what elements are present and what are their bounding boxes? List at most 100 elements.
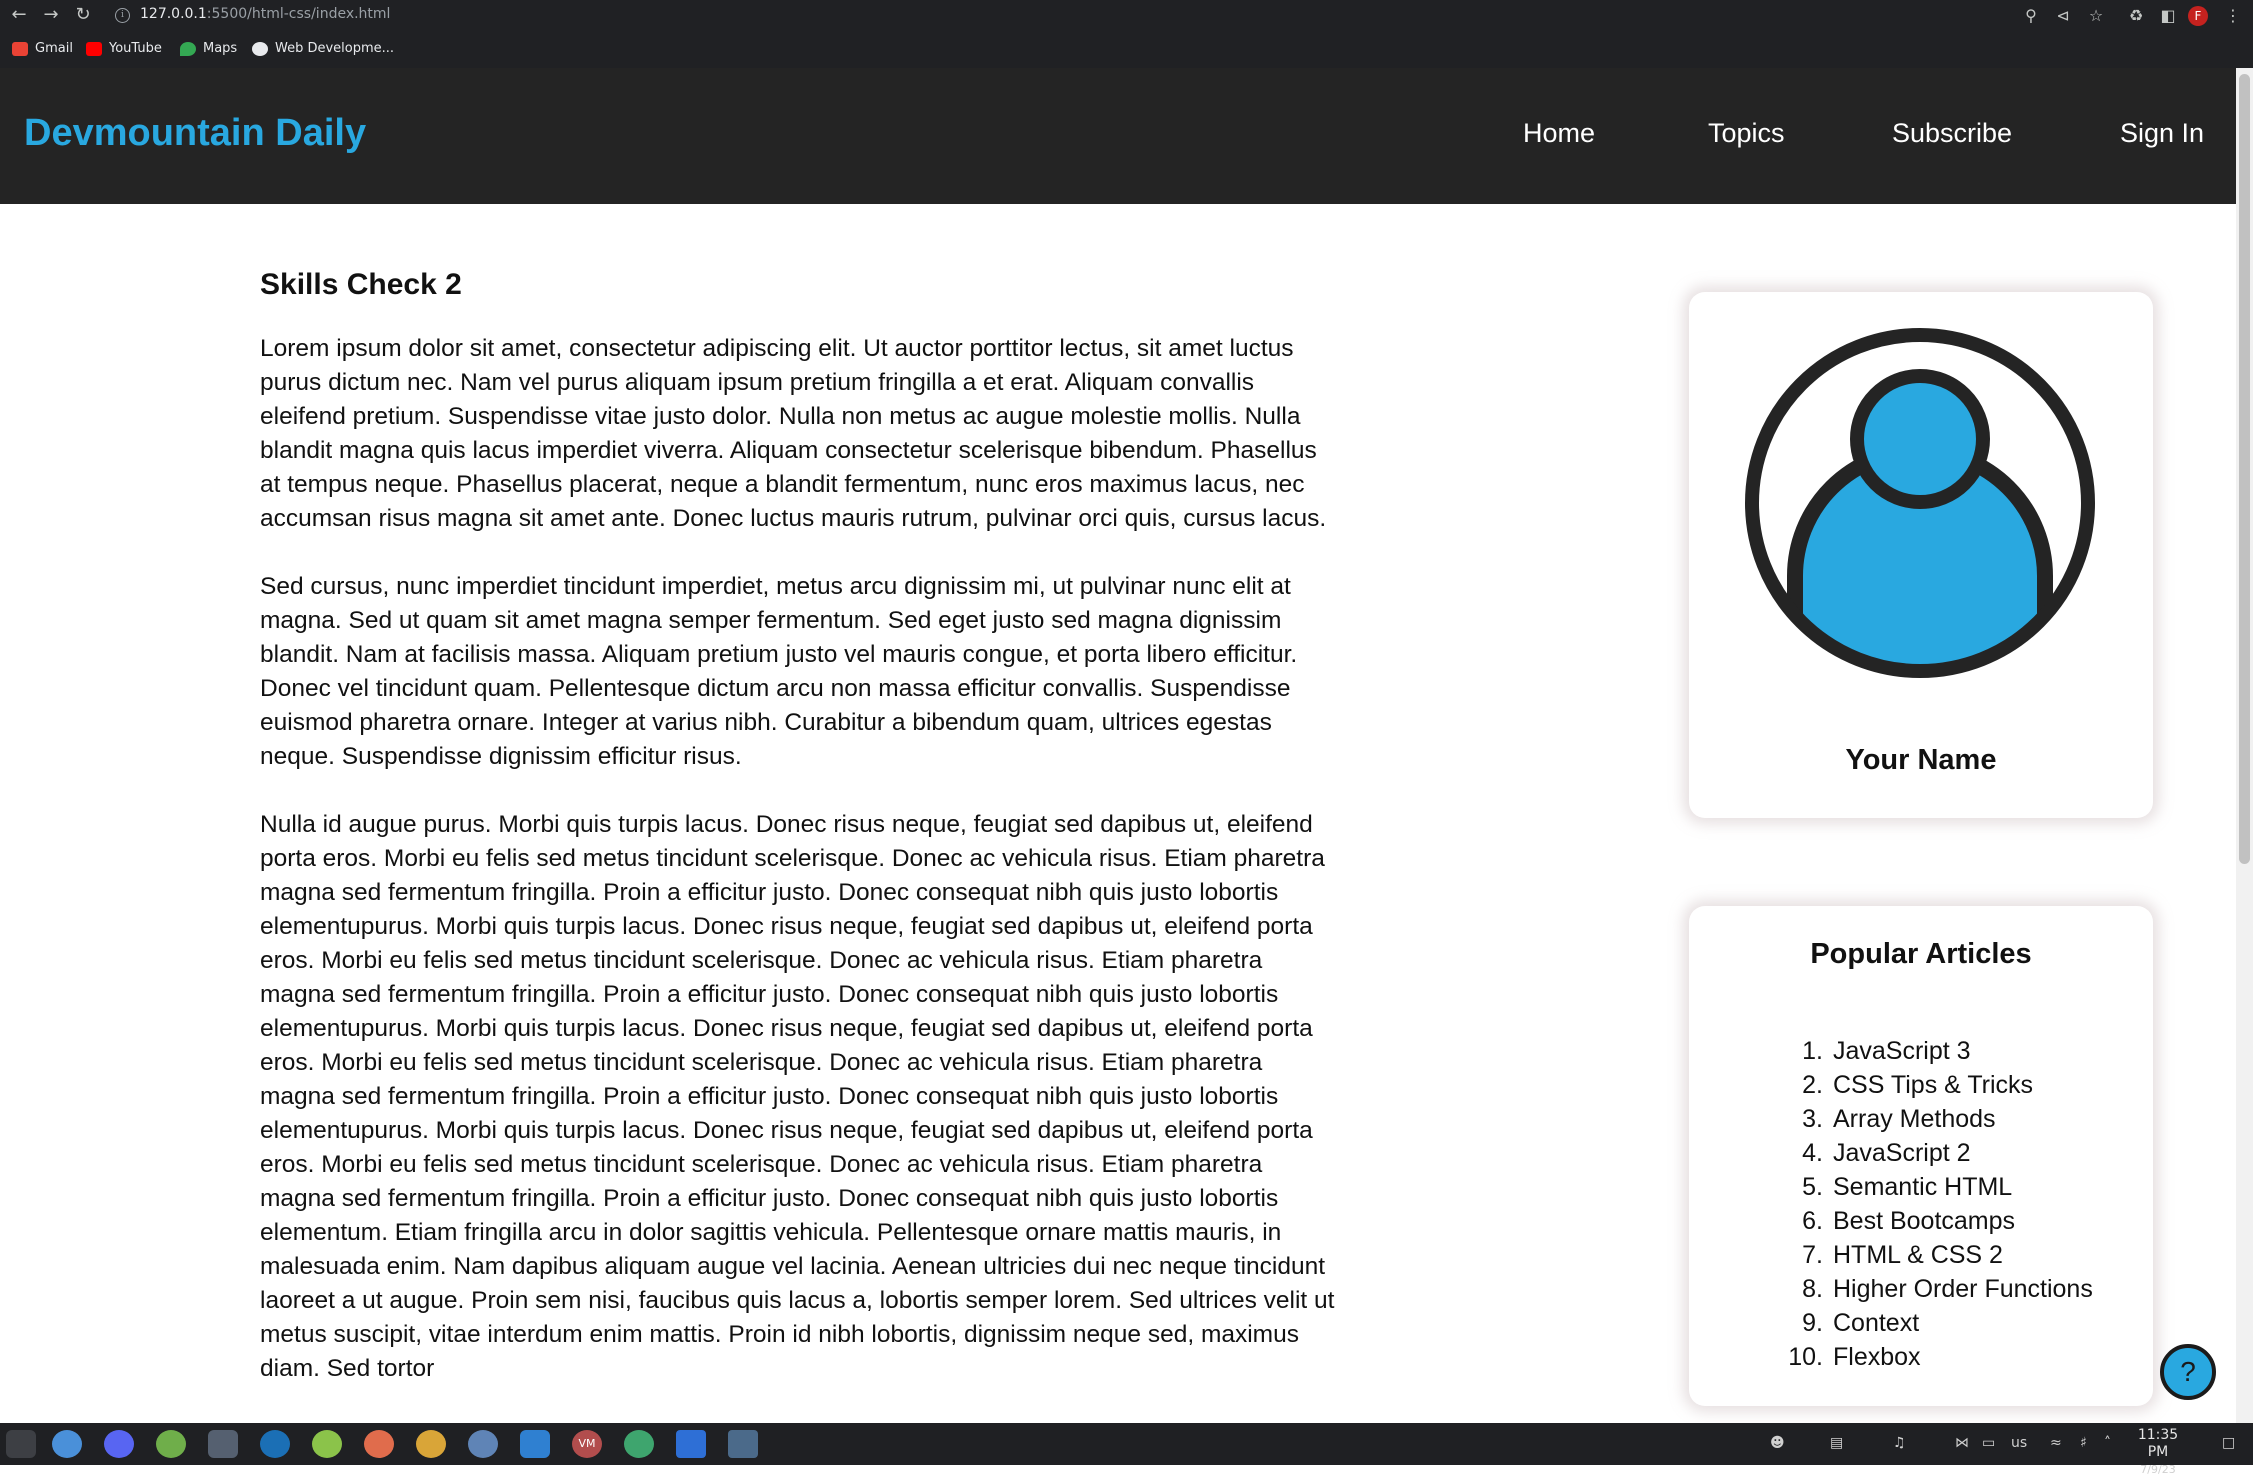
volume-icon[interactable]: ♫ — [1893, 1435, 1906, 1451]
article-link[interactable]: CSS Tips & Tricks — [1833, 1068, 2033, 1102]
article-number: 7. — [1802, 1241, 1823, 1269]
url-host: 127.0.0.1 — [140, 6, 207, 22]
show-desktop-icon[interactable]: □ — [2222, 1435, 2235, 1451]
popular-article-item[interactable]: 1. JavaScript 3 — [1781, 1034, 2093, 1068]
popular-article-item[interactable]: 9. Context — [1781, 1306, 2093, 1340]
nav-topics[interactable]: Topics — [1708, 118, 1785, 149]
article-link[interactable]: JavaScript 3 — [1833, 1034, 1971, 1068]
vscode-icon[interactable] — [520, 1430, 550, 1458]
scrollbar-thumb[interactable] — [2239, 74, 2250, 864]
popular-article-item[interactable]: 6. Best Bootcamps — [1781, 1204, 2093, 1238]
nav-home[interactable]: Home — [1523, 118, 1595, 149]
extensions-icon[interactable]: ♻ — [2125, 5, 2147, 27]
article-number: 8. — [1802, 1275, 1823, 1303]
side-panel-icon[interactable]: ◧ — [2157, 5, 2179, 27]
browser-menu-icon[interactable]: ⋮ — [2222, 5, 2244, 27]
article-number: 2. — [1802, 1071, 1823, 1099]
git-icon[interactable] — [624, 1430, 654, 1458]
popular-article-item[interactable]: 7. HTML & CSS 2 — [1781, 1238, 2093, 1272]
article-number: 9. — [1802, 1309, 1823, 1337]
article-number: 4. — [1802, 1139, 1823, 1167]
popular-article-item[interactable]: 2. CSS Tips & Tricks — [1781, 1068, 2093, 1102]
music-icon[interactable] — [364, 1430, 394, 1458]
article-number: 5. — [1802, 1173, 1823, 1201]
bookmark-label: YouTube — [109, 41, 162, 56]
notes-icon[interactable] — [312, 1430, 342, 1458]
forward-arrow-icon[interactable]: → — [40, 4, 62, 26]
wifi-icon[interactable]: ≈ — [2050, 1435, 2062, 1451]
article-paragraph: Sed cursus, nunc imperdiet tincidunt imp… — [260, 573, 1298, 770]
url-path: :5500/html-css/index.html — [206, 6, 391, 22]
bluetooth-icon[interactable]: ⋈ — [1955, 1435, 1969, 1451]
chrome-icon[interactable] — [416, 1430, 446, 1458]
user-icon[interactable]: ☻ — [1770, 1435, 1785, 1451]
article-link[interactable]: HTML & CSS 2 — [1833, 1238, 2003, 1272]
popular-articles-card: Popular Articles 1. JavaScript 3 2. CSS Tip… — [1689, 906, 2153, 1406]
article-link[interactable]: Higher Order Functions — [1833, 1272, 2093, 1306]
page-scrollbar[interactable] — [2236, 68, 2253, 1423]
article-link[interactable]: Array Methods — [1833, 1102, 1996, 1136]
bookmark-web-development[interactable]: Web Developme... — [252, 41, 394, 56]
shield-icon[interactable] — [676, 1430, 706, 1458]
reload-icon[interactable]: ↻ — [72, 4, 94, 26]
article-link[interactable]: Best Bootcamps — [1833, 1204, 2015, 1238]
address-bar-url[interactable]: 127.0.0.1:5500/html-css/index.html — [140, 6, 390, 22]
article-link[interactable]: Flexbox — [1833, 1340, 1921, 1374]
address-bar-row: ← → ↻ i 127.0.0.1:5500/html-css/index.ht… — [0, 0, 2253, 32]
article-number: 1. — [1802, 1037, 1823, 1065]
article: Skills Check 2 Lorem ipsum dolor sit ame… — [260, 268, 1340, 1420]
help-button[interactable]: ? — [2160, 1344, 2216, 1400]
article-number: 6. — [1802, 1207, 1823, 1235]
bookmark-label: Web Developme... — [275, 41, 395, 56]
youtube-icon — [86, 41, 102, 56]
remote-desktop-icon[interactable] — [728, 1430, 758, 1458]
tray-expand-icon[interactable]: ˄ — [2104, 1435, 2111, 1451]
bookmark-youtube[interactable]: YouTube — [86, 41, 162, 56]
steam-icon[interactable] — [260, 1430, 290, 1458]
popular-articles-list: 1. JavaScript 3 2. CSS Tips & Tricks 3. Array… — [1781, 1034, 2093, 1374]
maps-icon — [180, 41, 196, 56]
file-manager-icon[interactable] — [468, 1430, 498, 1458]
site-info-icon[interactable]: i — [115, 8, 130, 23]
speaker-icon[interactable]: ♯ — [2080, 1435, 2087, 1451]
popular-article-item[interactable]: 4. JavaScript 2 — [1781, 1136, 2093, 1170]
popular-article-item[interactable]: 5. Semantic HTML — [1781, 1170, 2093, 1204]
bookmark-maps[interactable]: Maps — [180, 41, 237, 56]
site-logo[interactable]: Devmountain Daily — [24, 112, 366, 155]
article-paragraph: Nulla id augue purus. Morbi quis turpis … — [260, 811, 1335, 1382]
clipboard-icon[interactable]: ▤ — [1830, 1435, 1843, 1451]
clock-date: 7/9/23 — [2140, 1463, 2176, 1476]
article-link[interactable]: Context — [1833, 1306, 1919, 1340]
article-link[interactable]: JavaScript 2 — [1833, 1136, 1971, 1170]
discord-icon[interactable] — [104, 1430, 134, 1458]
bookmark-gmail[interactable]: Gmail — [12, 41, 73, 56]
back-arrow-icon[interactable]: ← — [8, 4, 30, 26]
profile-avatar[interactable]: F — [2188, 6, 2208, 26]
clock-time: 11:35 PM — [2137, 1427, 2179, 1460]
arch-icon[interactable] — [208, 1430, 238, 1458]
zoom-icon[interactable]: ⚲ — [2020, 5, 2042, 27]
browser-chrome: ← → ↻ i 127.0.0.1:5500/html-css/index.ht… — [0, 0, 2253, 68]
network-icon[interactable]: ▭ — [1982, 1435, 1995, 1451]
nav-subscribe[interactable]: Subscribe — [1892, 118, 2012, 149]
nav-sign-in[interactable]: Sign In — [2120, 118, 2204, 149]
article-paragraph: Lorem ipsum dolor sit amet, consectetur … — [260, 335, 1327, 532]
globe-icon — [252, 41, 268, 56]
system-settings-icon[interactable] — [52, 1430, 82, 1458]
vm-icon[interactable]: VM — [572, 1430, 602, 1458]
popular-article-item[interactable]: 8. Higher Order Functions — [1781, 1272, 2093, 1306]
share-icon[interactable]: ⊲ — [2052, 5, 2074, 27]
popular-article-item[interactable]: 10. Flexbox — [1781, 1340, 2093, 1374]
app-launcher-icon[interactable] — [6, 1430, 36, 1458]
popular-articles-title: Popular Articles — [1810, 938, 2032, 970]
clock[interactable]: 11:35 PM 7/9/23 — [2128, 1427, 2188, 1478]
profile-card: Your Name — [1689, 292, 2153, 818]
popular-article-item[interactable]: 3. Array Methods — [1781, 1102, 2093, 1136]
xbox-icon[interactable] — [156, 1430, 186, 1458]
keyboard-layout[interactable]: us — [2011, 1435, 2027, 1451]
bookmark-label: Gmail — [35, 41, 73, 56]
article-link[interactable]: Semantic HTML — [1833, 1170, 2012, 1204]
gmail-icon — [12, 41, 28, 56]
os-taskbar: VM ☻ ▤ ♫ ⋈ ▭ us ≈ ♯ ˄ 11:35 PM 7/9/23 □ — [0, 1423, 2253, 1476]
bookmark-star-icon[interactable]: ☆ — [2085, 5, 2107, 27]
